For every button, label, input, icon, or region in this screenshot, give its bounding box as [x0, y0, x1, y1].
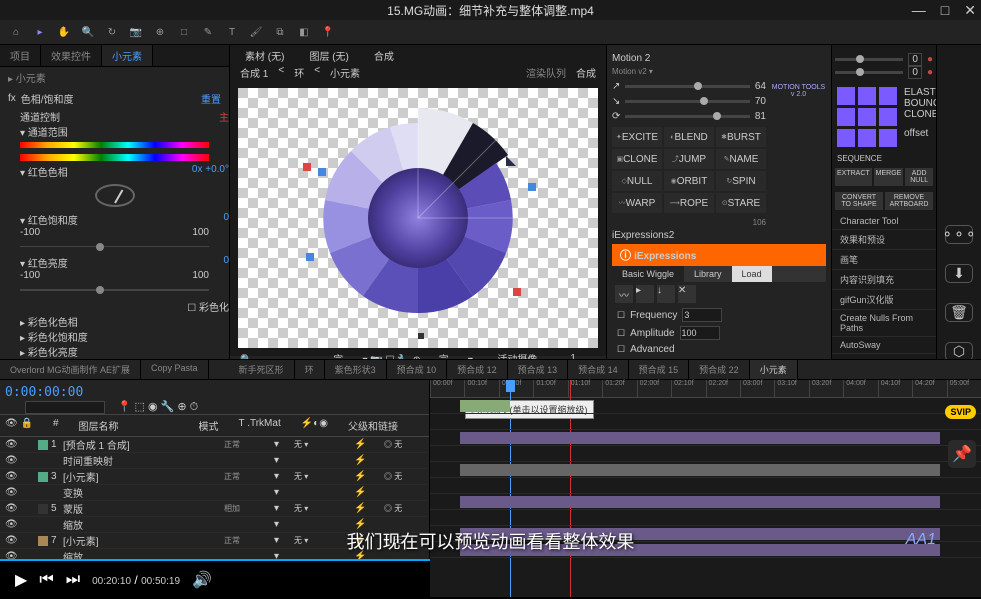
null-tool[interactable]: ◇ NULL: [612, 171, 662, 191]
settings-icon[interactable]: ⬡: [945, 342, 973, 359]
merge-btn[interactable]: MERGE: [874, 168, 904, 186]
search-input[interactable]: [25, 401, 105, 414]
brushes[interactable]: 画笔: [832, 250, 936, 270]
wiggle-icon[interactable]: 〰: [615, 285, 633, 303]
char-tool[interactable]: Character Tool: [832, 213, 936, 230]
current-time: 00:20:10: [92, 576, 131, 587]
iexp-brand: ⓘ iExpressions: [612, 244, 826, 266]
next-button[interactable]: ⏭: [66, 571, 80, 589]
extract-btn[interactable]: EXTRACT: [835, 168, 872, 186]
motion-title: Motion 2: [612, 50, 826, 67]
remove-btn[interactable]: REMOVE ARTBOARD: [885, 192, 933, 210]
tab-effects[interactable]: 效果控件: [41, 45, 102, 66]
effects-panel: 项目 效果控件 小元素 ▸ 小元素 fx 色相/饱和度 重置 通道控制主 ▾ 通…: [0, 45, 230, 359]
warp-tool[interactable]: 〰 WARP: [612, 193, 662, 213]
video-subtitle: 我们现在可以预览动画看看整体效果: [347, 528, 635, 554]
iexp-title: iExpressions2: [612, 227, 826, 244]
fx-reset[interactable]: 重置: [201, 91, 221, 106]
volume-icon[interactable]: 🔊: [192, 570, 212, 590]
layer-row[interactable]: 👁3[小元素]正常▾无 ▾⚡◎ 无: [0, 469, 429, 485]
lightness-slider[interactable]: [20, 289, 209, 291]
text-tool[interactable]: T: [224, 24, 240, 40]
hand-tool[interactable]: ✋: [56, 24, 72, 40]
brush-tool[interactable]: 🖌: [248, 24, 264, 40]
main-toolbar: ⌂ ▸ ✋ 🔍 ↻ 📷 ⊕ □ ✎ T 🖌 ⧉ ◧ 📍: [0, 20, 981, 45]
mg-animation-graphic: [288, 88, 548, 348]
tab-footage[interactable]: 素材 (无): [240, 45, 289, 65]
tab-project[interactable]: 项目: [0, 45, 41, 66]
effects-presets[interactable]: 效果和预设: [832, 230, 936, 250]
saturation-slider[interactable]: [20, 246, 209, 248]
pin-tool[interactable]: 📍: [320, 24, 336, 40]
fx-name[interactable]: 色相/饱和度: [21, 91, 74, 106]
shape-tool[interactable]: □: [176, 24, 192, 40]
zoom-tool[interactable]: 🔍: [80, 24, 96, 40]
tab-comp[interactable]: 合成: [369, 45, 399, 65]
stare-tool[interactable]: ⊙ STARE: [716, 193, 766, 213]
delete-icon[interactable]: 🗑: [945, 303, 973, 322]
tab-element[interactable]: 小元素: [102, 45, 153, 66]
spin-tool[interactable]: ↻ SPIN: [716, 171, 766, 191]
tab-library[interactable]: Library: [684, 266, 732, 282]
pin-icon[interactable]: 📌: [948, 440, 976, 468]
composition-viewer[interactable]: [238, 88, 598, 348]
hue-knob[interactable]: [95, 184, 135, 207]
eraser-tool[interactable]: ◧: [296, 24, 312, 40]
download-icon[interactable]: ⬇: [945, 264, 973, 283]
basic-wiggle[interactable]: Basic Wiggle: [612, 266, 684, 282]
burst-tool[interactable]: ✱ BURST: [716, 127, 766, 147]
timecode[interactable]: 0:00:00:00: [5, 385, 424, 400]
prev-button[interactable]: ⏮: [39, 571, 53, 589]
close-icon[interactable]: ✕: [964, 2, 976, 19]
right-panel: Motion 2 Motion v2 ▾ ↗64 ↘70 ⟳81 ✦ EXCIT…: [606, 45, 831, 359]
anchor-tl[interactable]: [837, 87, 855, 105]
orbit-tool[interactable]: ◉ ORBIT: [664, 171, 714, 191]
convert-btn[interactable]: CONVERT TO SHAPE: [835, 192, 883, 210]
anchor-tool[interactable]: ⊕: [152, 24, 168, 40]
excite-tool[interactable]: ✦ EXCITE: [612, 127, 662, 147]
window-title: 15.MG动画：细节补充与整体调整.mp4: [387, 2, 594, 19]
jump-tool[interactable]: ⤴ JUMP: [664, 149, 714, 169]
viewer-tabs: 素材 (无) 图层 (无) 合成: [230, 45, 606, 65]
layer-row[interactable]: 👁1[预合成 1 合成]正常▾无 ▾⚡◎ 无: [0, 437, 429, 453]
addnull-btn[interactable]: ADD NULL: [905, 168, 933, 186]
maximize-icon[interactable]: □: [941, 2, 949, 19]
stamp-tool[interactable]: ⧉: [272, 24, 288, 40]
content-aware[interactable]: 内容识别填充: [832, 270, 936, 290]
create-nulls[interactable]: Create Nulls From Paths: [832, 310, 936, 337]
pen-tool[interactable]: ✎: [200, 24, 216, 40]
duration: 00:50:19: [141, 576, 180, 587]
hue-spectrum-2[interactable]: [20, 154, 209, 160]
frequency-input[interactable]: [682, 308, 722, 322]
hue-spectrum[interactable]: [20, 142, 209, 148]
minimize-icon[interactable]: —: [912, 2, 926, 19]
name-tool[interactable]: ✎ NAME: [716, 149, 766, 169]
amplitude-input[interactable]: [680, 326, 720, 340]
rope-tool[interactable]: ⟿ ROPE: [664, 193, 714, 213]
layer-row[interactable]: 👁变换▾⚡: [0, 485, 429, 501]
svip-badge: SVIP: [945, 405, 976, 419]
layer-row[interactable]: 👁5蒙版相加▾无 ▾⚡◎ 无: [0, 501, 429, 517]
camera-tool[interactable]: 📷: [128, 24, 144, 40]
autosway[interactable]: AutoSway: [832, 337, 936, 354]
titlebar: 15.MG动画：细节补充与整体调整.mp4 — □ ✕: [0, 0, 981, 20]
watermark: AA1: [906, 531, 936, 549]
home-icon[interactable]: ⌂: [8, 24, 24, 40]
tab-layer[interactable]: 图层 (无): [304, 45, 353, 65]
gifgun[interactable]: gifGun汉化版: [832, 290, 936, 310]
selection-tool[interactable]: ▸: [32, 24, 48, 40]
clone-tool[interactable]: ▣ CLONE: [612, 149, 662, 169]
share-icon[interactable]: ⚬⚬⚬: [945, 225, 973, 244]
blend-tool[interactable]: ◐ BLEND: [664, 127, 714, 147]
rotate-tool[interactable]: ↻: [104, 24, 120, 40]
tab-load[interactable]: Load: [732, 266, 772, 282]
layer-row[interactable]: 👁时间重映射▾⚡: [0, 453, 429, 469]
play-button[interactable]: ▶: [15, 570, 27, 590]
